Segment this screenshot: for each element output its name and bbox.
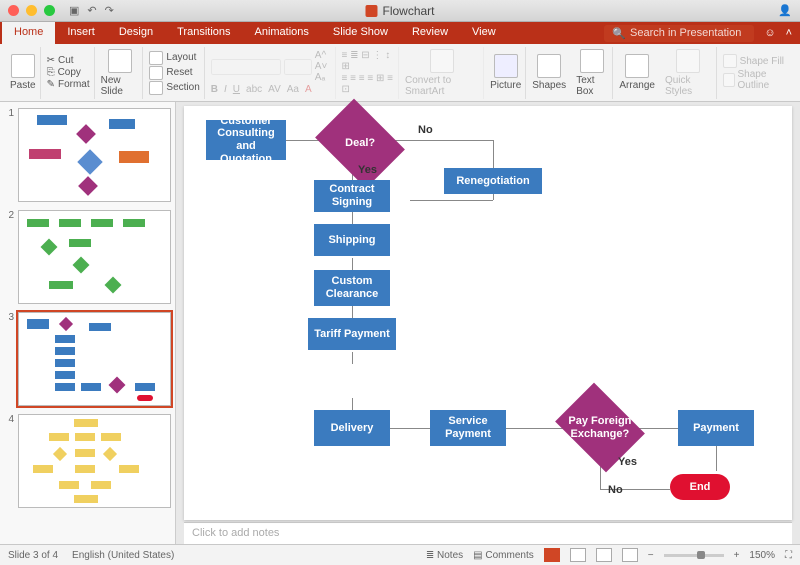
slide-indicator: Slide 3 of 4: [8, 550, 58, 561]
window-controls: [8, 5, 55, 16]
smiley-icon[interactable]: ☺: [764, 27, 775, 39]
zoom-in-button[interactable]: +: [734, 550, 740, 561]
tab-animations[interactable]: Animations: [243, 22, 321, 44]
smartart-button: Convert to SmartArt: [405, 49, 479, 97]
normal-view-button[interactable]: [544, 548, 560, 562]
quickstyles-button: Quick Styles: [665, 49, 712, 97]
node-end[interactable]: End: [670, 474, 730, 500]
tab-insert[interactable]: Insert: [55, 22, 107, 44]
reset-button[interactable]: Reset: [149, 66, 199, 80]
picture-button[interactable]: Picture: [490, 54, 521, 91]
user-icon[interactable]: 👤: [778, 4, 792, 17]
tab-slideshow[interactable]: Slide Show: [321, 22, 400, 44]
shapes-button[interactable]: Shapes: [532, 54, 566, 91]
search-input[interactable]: 🔍 Search in Presentation: [604, 25, 754, 42]
font-group: A^ A˅ Aₐ BIUabcAVAaA: [207, 47, 336, 99]
language-indicator[interactable]: English (United States): [72, 550, 174, 561]
undo-icon[interactable]: ↶: [87, 4, 96, 17]
comments-toggle[interactable]: ▤ Comments: [473, 550, 534, 561]
redo-icon[interactable]: ↷: [105, 4, 114, 17]
section-button[interactable]: Section: [149, 81, 199, 95]
fit-button[interactable]: ⛶: [785, 550, 792, 561]
node-renegotiation[interactable]: Renegotiation: [444, 168, 542, 194]
app-icon: [365, 5, 377, 17]
node-tariff[interactable]: Tariff Payment: [308, 318, 396, 350]
notes-toggle[interactable]: ≣ Notes: [426, 550, 463, 561]
ribbon: Paste ✂Cut ⎘Copy ✎Format New Slide Layou…: [0, 44, 800, 102]
thumbnail-3[interactable]: 3: [4, 312, 171, 406]
slide-canvas[interactable]: Customer Consulting and Quotation Deal? …: [184, 106, 792, 520]
layout-button[interactable]: Layout: [149, 51, 199, 65]
quick-access-toolbar: ▣ ↶ ↷: [69, 4, 114, 17]
close-button[interactable]: [8, 5, 19, 16]
statusbar: Slide 3 of 4 English (United States) ≣ N…: [0, 544, 800, 565]
thumbnail-4[interactable]: 4: [4, 414, 171, 508]
arrange-button[interactable]: Arrange: [619, 54, 655, 91]
copy-icon: ⎘: [47, 67, 55, 78]
tab-review[interactable]: Review: [400, 22, 460, 44]
reading-view-button[interactable]: [596, 548, 612, 562]
new-slide-button[interactable]: New Slide: [101, 49, 139, 97]
tab-view[interactable]: View: [460, 22, 508, 44]
zoom-slider[interactable]: [664, 554, 724, 557]
shapeoutline-button: Shape Outline: [723, 69, 790, 91]
zoom-button[interactable]: [44, 5, 55, 16]
zoom-level[interactable]: 150%: [749, 550, 775, 561]
label-no: No: [418, 124, 433, 136]
node-custom[interactable]: Custom Clearance: [314, 270, 390, 306]
tab-design[interactable]: Design: [107, 22, 165, 44]
format-button[interactable]: ✎Format: [47, 79, 90, 90]
minimize-button[interactable]: [26, 5, 37, 16]
textbox-button[interactable]: Text Box: [576, 49, 608, 97]
label-no2: No: [608, 484, 623, 496]
node-delivery[interactable]: Delivery: [314, 410, 390, 446]
slideshow-view-button[interactable]: [622, 548, 638, 562]
search-icon: 🔍: [612, 27, 626, 40]
ribbon-tabs: Home Insert Design Transitions Animation…: [0, 22, 800, 44]
node-shipping[interactable]: Shipping: [314, 224, 390, 256]
save-icon[interactable]: ▣: [69, 4, 79, 17]
brush-icon: ✎: [47, 79, 55, 90]
paste-button[interactable]: Paste: [10, 54, 36, 91]
titlebar: ▣ ↶ ↷ Flowchart 👤: [0, 0, 800, 22]
node-customer[interactable]: Customer Consulting and Quotation: [206, 120, 286, 160]
scissors-icon: ✂: [47, 55, 55, 66]
thumbnail-1[interactable]: 1: [4, 108, 171, 202]
node-service[interactable]: Service Payment: [430, 410, 506, 446]
shapefill-button: Shape Fill: [723, 54, 790, 68]
paragraph-group: ≡ ≣ ⊟ ⋮ ↕ ⊞ ≡ ≡ ≡ ≡ ⊞ ≡ ⊡: [338, 47, 400, 99]
copy-button[interactable]: ⎘Copy: [47, 67, 90, 78]
zoom-out-button[interactable]: −: [648, 550, 654, 561]
label-yes: Yes: [358, 164, 377, 176]
notes-pane[interactable]: Click to add notes: [184, 522, 792, 544]
node-payment[interactable]: Payment: [678, 410, 754, 446]
cut-button[interactable]: ✂Cut: [47, 55, 90, 66]
label-yes2: Yes: [618, 456, 637, 468]
sorter-view-button[interactable]: [570, 548, 586, 562]
tab-transitions[interactable]: Transitions: [165, 22, 242, 44]
thumbnail-2[interactable]: 2: [4, 210, 171, 304]
tab-home[interactable]: Home: [2, 22, 55, 44]
collapse-ribbon-icon[interactable]: ˄: [786, 27, 792, 39]
slide-thumbnails: 1 2: [0, 102, 176, 544]
node-contract[interactable]: Contract Signing: [314, 180, 390, 212]
window-title: Flowchart: [365, 4, 434, 18]
